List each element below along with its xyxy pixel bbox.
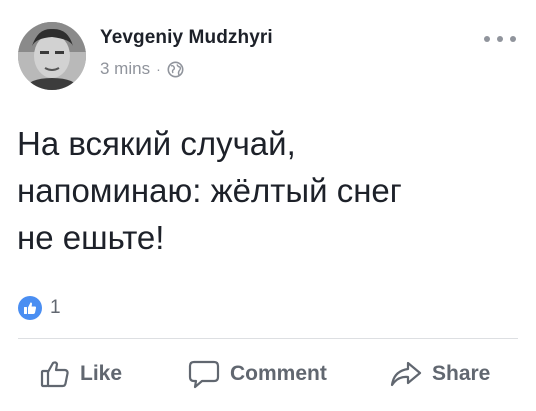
like-button[interactable]: Like	[40, 352, 122, 396]
facebook-post: Yevgeniy Mudzhyri 3 mins · На всякий слу…	[0, 0, 536, 411]
meta-separator: ·	[156, 61, 161, 77]
avatar[interactable]	[18, 22, 86, 90]
actions-divider	[18, 338, 518, 339]
share-button[interactable]: Share	[390, 352, 490, 396]
more-dot-icon	[497, 36, 503, 42]
share-label: Share	[432, 362, 491, 385]
reactions-summary[interactable]: 1	[18, 296, 61, 320]
post-text: На всякий случай, напоминаю: жёлтый снег…	[17, 125, 402, 256]
reaction-count: 1	[50, 297, 61, 318]
globe-icon	[167, 61, 184, 78]
more-options-button[interactable]	[484, 30, 516, 48]
post-meta: 3 mins ·	[100, 59, 184, 79]
more-dot-icon	[484, 36, 490, 42]
comment-bubble-icon	[188, 359, 220, 389]
thumbs-up-icon	[40, 360, 70, 388]
author-name[interactable]: Yevgeniy Mudzhyri	[100, 27, 273, 49]
post-actions: Like Comment Share	[0, 352, 536, 396]
like-label: Like	[80, 362, 123, 385]
more-dot-icon	[510, 36, 516, 42]
avatar-photo	[18, 22, 86, 90]
share-arrow-icon	[390, 360, 422, 388]
comment-button[interactable]: Comment	[188, 352, 327, 396]
like-reaction-icon	[18, 296, 42, 320]
post-header: Yevgeniy Mudzhyri 3 mins ·	[18, 18, 518, 90]
comment-label: Comment	[230, 362, 327, 385]
post-time[interactable]: 3 mins	[100, 59, 150, 79]
